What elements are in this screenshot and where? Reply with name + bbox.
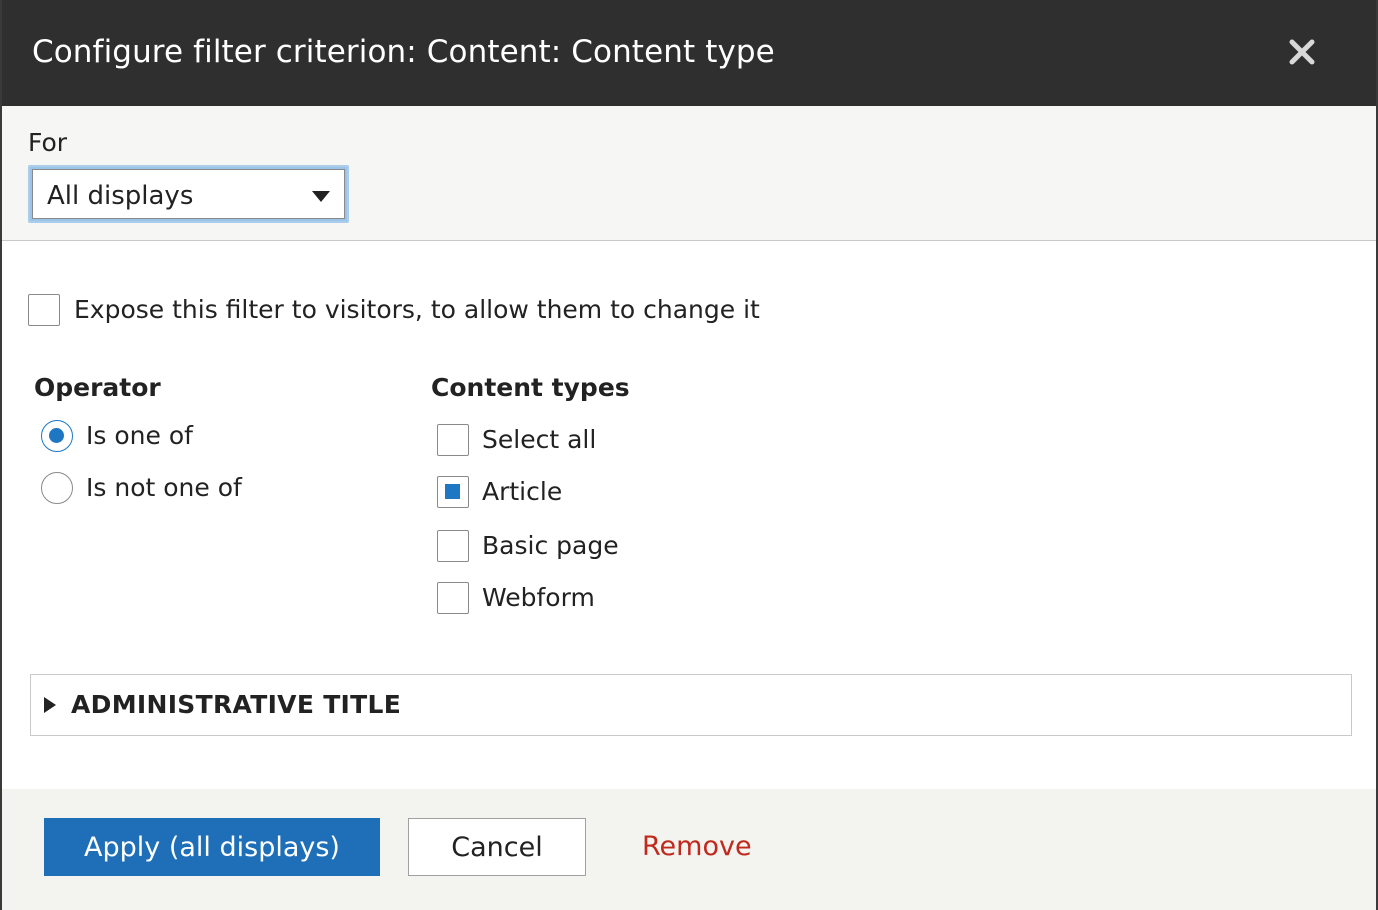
dialog-titlebar: Configure filter criterion: Content: Con… [2,0,1376,106]
content-type-checkbox-select-all[interactable] [437,424,469,456]
for-select[interactable]: All displays [28,165,349,223]
operator-label-is-one-of: Is one of [86,421,193,450]
for-select-box[interactable]: All displays [32,169,345,219]
cancel-button[interactable]: Cancel [408,818,586,876]
content-types-heading: Content types [431,373,630,402]
administrative-title-summary: ADMINISTRATIVE TITLE [71,690,402,719]
dialog-title: Configure filter criterion: Content: Con… [32,34,775,70]
apply-button[interactable]: Apply (all displays) [44,818,380,876]
expose-checkbox[interactable] [28,294,60,326]
chevron-down-icon [312,191,330,202]
triangle-right-icon [44,697,56,713]
administrative-title-details[interactable]: ADMINISTRATIVE TITLE [30,674,1352,736]
for-label: For [28,128,68,157]
content-type-checkbox-webform[interactable] [437,582,469,614]
content-type-label-basic-page: Basic page [482,531,619,560]
content-type-checkbox-basic-page[interactable] [437,530,469,562]
operator-radio-is-not-one-of[interactable] [41,472,73,504]
for-section: For All displays [2,106,1376,241]
content-type-label-webform: Webform [482,583,595,612]
expose-label: Expose this filter to visitors, to allow… [74,295,760,324]
content-type-label-select-all: Select all [482,425,597,454]
operator-radio-is-one-of[interactable] [41,420,73,452]
close-icon[interactable] [1282,32,1322,72]
content-type-checkbox-article[interactable] [437,476,469,508]
operator-label-is-not-one-of: Is not one of [86,473,242,502]
for-select-value: All displays [47,181,194,211]
operator-heading: Operator [34,373,161,402]
dialog-footer: Apply (all displays) Cancel Remove [2,789,1376,910]
remove-link[interactable]: Remove [642,831,752,862]
filter-dialog: Configure filter criterion: Content: Con… [0,0,1378,910]
content-type-label-article: Article [482,477,563,506]
